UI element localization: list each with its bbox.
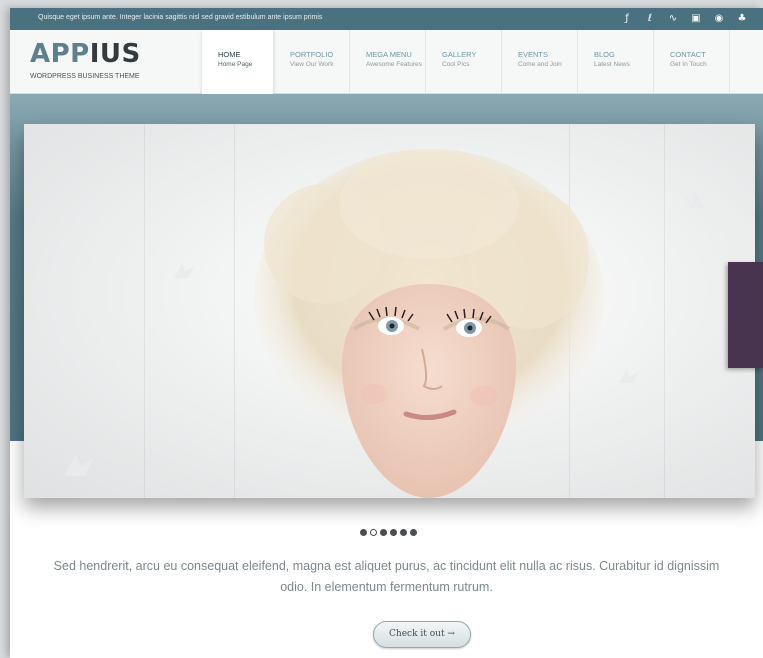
tree-icon[interactable]: ♣ bbox=[735, 11, 749, 27]
nav-title: PORTFOLIO bbox=[290, 50, 334, 59]
nav-item-mega-menu[interactable]: MEGA MENU Awesome Features bbox=[350, 30, 426, 94]
nav-subtitle: View Our Work bbox=[290, 61, 334, 68]
nav-subtitle: Come and Join bbox=[518, 61, 562, 68]
page-frame: Quisque eget ipsum ante. Integer lacinia… bbox=[10, 8, 763, 658]
slider-dot[interactable] bbox=[380, 529, 387, 536]
nav-subtitle: Home Page bbox=[218, 61, 253, 68]
slider-dot[interactable] bbox=[360, 529, 367, 536]
nav-item-gallery[interactable]: GALLERY Cool Pics bbox=[426, 30, 502, 94]
square-icon[interactable]: ▣ bbox=[689, 11, 703, 27]
rss-icon[interactable]: ∿ bbox=[666, 11, 680, 27]
nav-title: MEGA MENU bbox=[366, 50, 412, 59]
hero-photo bbox=[254, 149, 604, 498]
logo-part-accent: APP bbox=[30, 39, 90, 69]
nav-item-events[interactable]: EVENTS Come and Join bbox=[502, 30, 578, 94]
check-it-out-button[interactable]: Check it out → bbox=[373, 621, 471, 648]
nav-title: CONTACT bbox=[670, 50, 706, 59]
slider-dot[interactable] bbox=[390, 529, 397, 536]
nav-subtitle: Cool Pics bbox=[442, 61, 470, 68]
logo-part-dark: IUS bbox=[89, 39, 141, 69]
nav-item-portfolio[interactable]: PORTFOLIO View Our Work bbox=[274, 30, 350, 94]
dribbble-icon[interactable]: ◉ bbox=[712, 11, 726, 27]
slider-dot[interactable] bbox=[410, 529, 417, 536]
slider-dot-active[interactable] bbox=[370, 529, 377, 536]
logo[interactable]: APPIUS bbox=[30, 40, 141, 68]
nav-title: GALLERY bbox=[442, 50, 477, 59]
nav-title: HOME bbox=[218, 50, 241, 59]
intro-text: Sed hendrerit, arcu eu consequat eleifen… bbox=[53, 559, 720, 594]
main-nav: HOME Home Page PORTFOLIO View Our Work M… bbox=[202, 30, 730, 97]
nav-item-blog[interactable]: BLOG Latest News bbox=[578, 30, 654, 94]
top-bar-text: Quisque eget ipsum ante. Integer lacinia… bbox=[38, 14, 323, 21]
nav-item-contact[interactable]: CONTACT Get In Touch bbox=[654, 30, 730, 94]
slider-pagination bbox=[360, 529, 417, 536]
hero-slider[interactable] bbox=[24, 124, 755, 498]
site-header: APPIUS WORDPRESS BUSINESS THEME HOME Hom… bbox=[10, 30, 763, 97]
slider-dot[interactable] bbox=[400, 529, 407, 536]
side-panel-tab[interactable] bbox=[728, 262, 763, 368]
social-links: ƒ ℓ ∿ ▣ ◉ ♣ bbox=[620, 11, 749, 27]
nav-item-home[interactable]: HOME Home Page bbox=[202, 30, 274, 97]
facebook-icon[interactable]: ƒ bbox=[620, 11, 634, 27]
nav-title: BLOG bbox=[594, 50, 615, 59]
nav-subtitle: Awesome Features bbox=[366, 61, 422, 68]
nav-subtitle: Latest News bbox=[594, 61, 630, 68]
nav-subtitle: Get In Touch bbox=[670, 61, 707, 68]
linkedin-icon[interactable]: ℓ bbox=[643, 11, 657, 27]
top-bar: Quisque eget ipsum ante. Integer lacinia… bbox=[10, 8, 763, 30]
logo-tagline: WORDPRESS BUSINESS THEME bbox=[30, 73, 140, 80]
nav-title: EVENTS bbox=[518, 50, 549, 59]
